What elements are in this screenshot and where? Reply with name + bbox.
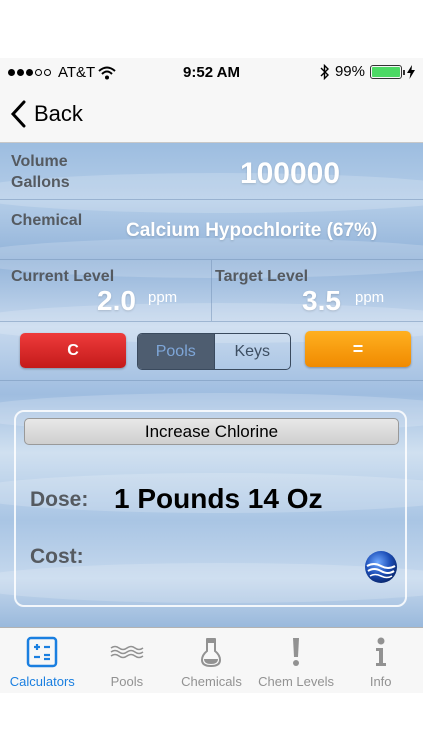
dose-value: 1 Pounds 14 Oz: [114, 483, 323, 514]
chevron-left-icon: [10, 100, 26, 128]
info-icon: [375, 637, 386, 666]
target-level-value: 3.5: [302, 285, 341, 316]
tab-chem-levels[interactable]: Chem Levels: [254, 628, 339, 693]
status-bar: AT&T 9:52 AM 99%: [0, 58, 423, 88]
battery-percent: 99%: [334, 63, 365, 80]
cost-label: Cost:: [30, 545, 84, 568]
tab-label: Pools: [110, 674, 144, 689]
calculate-button[interactable]: =: [305, 331, 411, 367]
charging-icon: [407, 64, 415, 79]
bluetooth-icon: [320, 63, 329, 80]
target-level-cell[interactable]: Target Level 3.5 ppm: [212, 260, 423, 322]
current-level-unit: ppm: [148, 289, 178, 306]
flask-icon: [201, 638, 222, 667]
water-waves-icon: [110, 645, 144, 659]
dose-label: Dose:: [30, 488, 89, 511]
volume-value: 100000: [239, 157, 341, 190]
globe-logo-icon: [365, 551, 397, 583]
volume-row[interactable]: Volume Gallons 100000: [0, 143, 423, 200]
result-header: Increase Chlorine: [24, 418, 399, 445]
keys-segment[interactable]: Keys: [213, 334, 291, 369]
tab-pools[interactable]: Pools: [85, 628, 170, 693]
pools-keys-segmented-control: Pools Keys: [137, 333, 291, 370]
status-right: 99%: [320, 63, 415, 80]
current-level-value: 2.0: [97, 285, 136, 316]
section-divider: [0, 380, 423, 381]
chemical-row[interactable]: Chemical Calcium Hypochlorite (67%): [0, 200, 423, 260]
navigation-bar: Back: [0, 88, 423, 143]
volume-label: Volume Gallons: [11, 153, 70, 191]
calculator-icon: [27, 636, 58, 668]
chemical-label: Chemical: [11, 212, 83, 229]
tab-label: Chemicals: [181, 674, 242, 689]
tab-info[interactable]: Info: [338, 628, 423, 693]
tab-label: Calculators: [9, 674, 75, 689]
chemical-value: Calcium Hypochlorite (67%): [126, 220, 378, 241]
current-level-cell[interactable]: Current Level 2.0 ppm: [0, 260, 211, 322]
battery-icon: [370, 64, 405, 79]
levels-row: Current Level 2.0 ppm Target Level 3.5 p…: [0, 260, 423, 322]
tab-calculators[interactable]: Calculators: [0, 628, 85, 693]
tab-label: Info: [369, 674, 392, 689]
tab-bar: Calculators Pools Chemicals Chem Levels …: [0, 627, 423, 693]
exclamation-icon: [293, 638, 300, 666]
target-level-label: Target Level: [215, 268, 309, 285]
tab-label: Chem Levels: [258, 674, 335, 689]
target-level-unit: ppm: [355, 289, 385, 306]
pools-segment[interactable]: Pools: [138, 334, 214, 369]
calculator-panel: Volume Gallons 100000 Chemical Calcium H…: [0, 143, 423, 627]
back-button[interactable]: Back: [10, 100, 83, 128]
current-level-label: Current Level: [11, 268, 115, 285]
back-label: Back: [34, 101, 83, 126]
tab-chemicals[interactable]: Chemicals: [169, 628, 254, 693]
result-box: Increase Chlorine Dose: 1 Pounds 14 Oz C…: [14, 410, 407, 607]
clear-button[interactable]: C: [20, 333, 126, 368]
